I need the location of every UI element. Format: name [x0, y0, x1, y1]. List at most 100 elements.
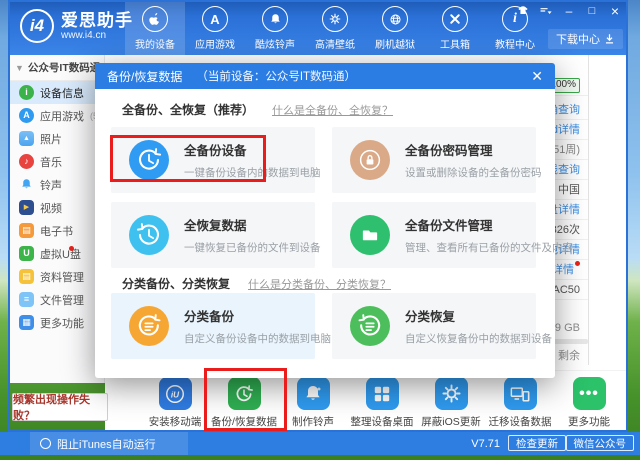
radio-icon: [40, 438, 51, 449]
close-icon[interactable]: ✕: [531, 69, 543, 83]
minimize-button[interactable]: –: [562, 4, 576, 17]
bottom-toolbar: iU 安装移动端 备份/恢复数据 制作铃声: [105, 370, 628, 432]
block-itunes-toggle[interactable]: 阻止iTunes自动运行: [30, 432, 188, 455]
appstore-icon: A: [19, 108, 34, 123]
download-center-button[interactable]: 下载中心: [548, 29, 623, 49]
sidebar-item-label: 更多功能: [40, 315, 84, 331]
info-circle-icon: i: [19, 85, 34, 100]
category-backup-icon: [129, 306, 169, 346]
card-full-backup-device[interactable]: 全备份设备 一键备份设备内的数据到电脑: [111, 127, 315, 193]
wechat-official-button[interactable]: 微信公众号: [566, 435, 635, 451]
i4-mobile-icon: iU: [159, 377, 192, 410]
bell-icon: [262, 6, 288, 32]
sidebar-item-device-info[interactable]: i 设备信息: [8, 81, 104, 104]
menu-dropdown-icon[interactable]: [539, 4, 553, 17]
nav-label: 酷炫铃声: [255, 36, 295, 51]
nav-item-toolbox[interactable]: 工具箱: [425, 0, 485, 55]
device-selector[interactable]: ▼ 公众号IT数码通: [8, 55, 104, 81]
i4-logo-icon: i4: [20, 9, 54, 43]
card-category-restore[interactable]: 分类恢复 自定义恢复备份中的数据到设备: [332, 293, 536, 359]
version-label: V7.71: [471, 438, 500, 450]
sidebar-item-label: 视频: [40, 200, 62, 216]
tool-install-mobile[interactable]: iU 安装移动端: [143, 377, 207, 429]
close-button[interactable]: ×: [608, 4, 622, 17]
card-desc: 设置或删除设备的全备份密码: [405, 165, 542, 180]
maximize-button[interactable]: □: [585, 4, 599, 17]
download-center-label: 下载中心: [556, 31, 600, 47]
svg-text:iU: iU: [171, 390, 180, 399]
skin-icon[interactable]: [516, 4, 530, 17]
sidebar-item-ebooks[interactable]: ▤ 电子书: [8, 219, 104, 242]
sidebar-item-music[interactable]: ♪ 音乐: [8, 150, 104, 173]
tool-block-ios-update[interactable]: 屏蔽iOS更新: [419, 377, 483, 429]
sidebar-item-label: 音乐: [40, 154, 62, 170]
nav-item-wallpapers[interactable]: 高清壁纸: [305, 0, 365, 55]
backup-clock-icon: [228, 377, 261, 410]
sidebar-item-ringtones[interactable]: 铃声: [8, 173, 104, 196]
card-full-restore[interactable]: 全恢复数据 一键恢复已备份的文件到设备: [111, 202, 315, 268]
sidebar-item-label: 设备信息: [40, 85, 84, 101]
card-backup-password[interactable]: 全备份密码管理 设置或删除设备的全备份密码: [332, 127, 536, 193]
nav-item-my-device[interactable]: 我的设备: [125, 0, 185, 55]
sidebar-item-file-management[interactable]: ≡ 文件管理: [8, 288, 104, 311]
usb-icon: U: [19, 246, 34, 261]
nav-item-jailbreak[interactable]: 刷机越狱: [365, 0, 425, 55]
tool-organize-desktop[interactable]: 整理设备桌面: [350, 377, 414, 429]
sidebar-item-more-functions[interactable]: ▦ 更多功能: [8, 311, 104, 334]
tool-backup-restore[interactable]: 备份/恢复数据: [212, 377, 276, 429]
card-category-backup[interactable]: 分类备份 自定义备份设备中的数据到电脑: [111, 293, 315, 359]
card-title: 全备份文件管理: [405, 215, 573, 234]
check-update-button[interactable]: 检查更新: [508, 435, 566, 451]
nav-item-ringtones[interactable]: 酷炫铃声: [245, 0, 305, 55]
sidebar-item-virtual-usb[interactable]: U 虚拟U盘: [8, 242, 104, 265]
card-desc: 管理、查看所有已备份的文件及内容: [405, 240, 573, 255]
lock-icon: [350, 140, 390, 180]
tool-migrate-data[interactable]: 迁移设备数据: [488, 377, 552, 429]
main-nav: 我的设备 A 应用游戏 酷炫铃声 高清壁纸: [125, 0, 545, 55]
sidebar-item-data-management[interactable]: ▤ 资料管理: [8, 265, 104, 288]
app-url: www.i4.cn: [61, 30, 133, 41]
sidebar-item-label: 资料管理: [40, 269, 84, 285]
sidebar-item-label: 电子书: [40, 223, 73, 239]
dialog-current-device: （当前设备：公众号IT数码通）: [196, 68, 356, 84]
bell-icon: [19, 177, 34, 192]
app-logo: i4 爱思助手 www.i4.cn: [20, 9, 133, 43]
sidebar-item-videos[interactable]: ▶ 视频: [8, 196, 104, 219]
nav-item-app-games[interactable]: A 应用游戏: [185, 0, 245, 55]
notification-dot: [575, 261, 580, 266]
gear-icon: [435, 377, 468, 410]
appstore-icon: A: [202, 6, 228, 32]
help-button-label: 频繁出现操作失败？: [13, 391, 107, 423]
nav-label: 刷机越狱: [375, 36, 415, 51]
dialog-titlebar: 备份/恢复数据 （当前设备：公众号IT数码通） ✕: [95, 63, 555, 89]
nav-label: 我的设备: [135, 36, 175, 51]
tool-label: 备份/恢复数据: [211, 414, 277, 429]
section-full-backup-header: 全备份、全恢复（推荐） 什么是全备份、全恢复？: [122, 101, 393, 118]
card-desc: 自定义恢复备份中的数据到设备: [405, 331, 552, 346]
nav-label: 教程中心: [495, 36, 535, 51]
card-desc: 自定义备份设备中的数据到电脑: [184, 331, 331, 346]
card-title: 全备份设备: [184, 140, 321, 159]
sidebar-item-photos[interactable]: ▲ 照片: [8, 127, 104, 150]
tools-icon: [442, 6, 468, 32]
section-category-header: 分类备份、分类恢复 什么是分类备份、分类恢复？: [122, 275, 391, 292]
sidebar: ▼ 公众号IT数码通 i 设备信息 A 应用游戏 (5) ▲ 照片 ♪ 音乐: [8, 55, 105, 383]
book-icon: ▤: [19, 223, 34, 238]
nav-label: 高清壁纸: [315, 36, 355, 51]
notification-dot: [69, 246, 74, 251]
nav-label: 应用游戏: [195, 36, 235, 51]
sidebar-item-label: 文件管理: [40, 292, 84, 308]
sidebar-item-app-games[interactable]: A 应用游戏 (5): [8, 104, 104, 127]
bell-plus-icon: [297, 377, 330, 410]
section-title: 全备份、全恢复（推荐）: [122, 101, 254, 118]
what-is-category-backup-link[interactable]: 什么是分类备份、分类恢复？: [248, 276, 391, 292]
card-desc: 一键备份设备内的数据到电脑: [184, 165, 321, 180]
operation-failure-help-button[interactable]: 频繁出现操作失败？: [12, 393, 108, 421]
card-backup-files[interactable]: 全备份文件管理 管理、查看所有已备份的文件及内容: [332, 202, 536, 268]
tool-make-ringtone[interactable]: 制作铃声: [281, 377, 345, 429]
tool-more-functions[interactable]: ••• 更多功能: [557, 377, 621, 429]
card-title: 全备份密码管理: [405, 140, 542, 159]
what-is-full-backup-link[interactable]: 什么是全备份、全恢复？: [272, 102, 393, 118]
section-title: 分类备份、分类恢复: [122, 275, 230, 292]
music-icon: ♪: [19, 154, 34, 169]
